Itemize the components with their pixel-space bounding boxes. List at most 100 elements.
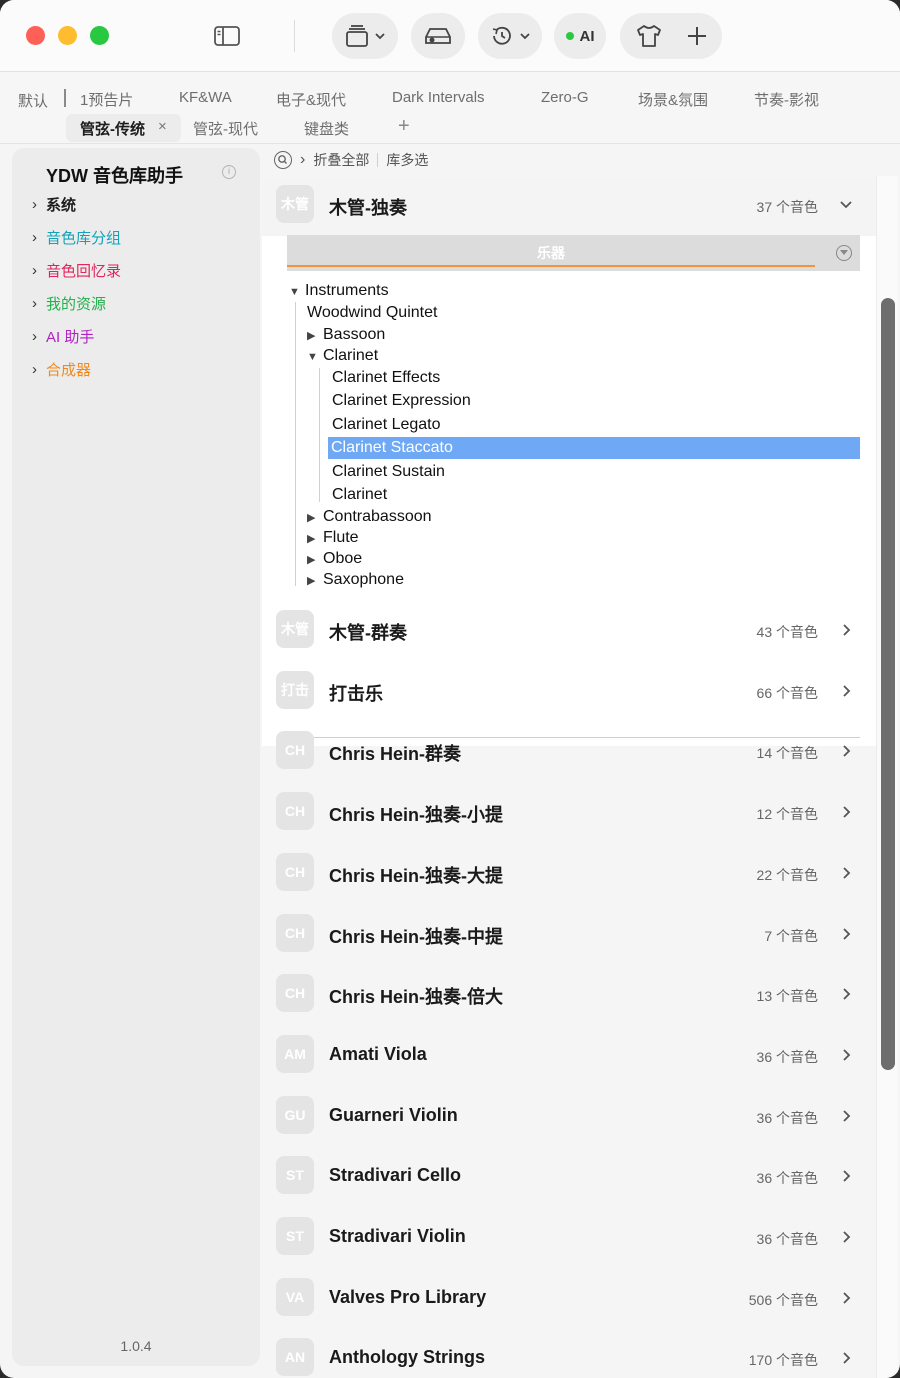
plus-icon[interactable]: [686, 25, 708, 47]
library-row[interactable]: CH Chris Hein-独奏-中提 7 个音色: [262, 904, 876, 964]
zoom-window-button[interactable]: [90, 26, 109, 45]
tree-node-saxophone[interactable]: ▶ Saxophone: [307, 569, 404, 591]
tree-node-contrabassoon[interactable]: ▶ Contrabassoon: [307, 506, 432, 528]
library-row[interactable]: CH Chris Hein-独奏-小提 12 个音色: [262, 782, 876, 842]
sidebar-item-memories[interactable]: › 音色回忆录: [32, 260, 121, 281]
library-badge: CH: [276, 852, 314, 891]
chevron-right-icon[interactable]: [840, 623, 854, 637]
minimize-window-button[interactable]: [58, 26, 77, 45]
tab-kfwa[interactable]: KF&WA: [179, 89, 232, 106]
tab-trailer[interactable]: 1预告片: [80, 89, 133, 110]
chevron-right-icon[interactable]: [840, 866, 854, 880]
library-badge: CH: [276, 974, 314, 1013]
tree-node-clarinet-expression[interactable]: Clarinet Expression: [332, 390, 471, 412]
sidebar-item-my-resources[interactable]: › 我的资源: [32, 293, 106, 314]
chevron-right-icon[interactable]: [840, 1291, 854, 1305]
library-badge: 打击: [276, 670, 314, 709]
chevron-right-icon[interactable]: [840, 805, 854, 819]
library-count: 14 个音色: [756, 745, 818, 762]
chevron-right-icon[interactable]: [840, 1351, 854, 1365]
chevron-right-icon[interactable]: [840, 744, 854, 758]
collapse-all-button[interactable]: 折叠全部: [313, 150, 369, 170]
tree-node-woodwind-quintet[interactable]: Woodwind Quintet: [307, 302, 437, 324]
tab-close-icon[interactable]: ×: [158, 118, 167, 135]
tree-node-oboe[interactable]: ▶ Oboe: [307, 548, 362, 570]
tab-keyboards[interactable]: 键盘类: [304, 118, 349, 139]
library-row[interactable]: CH Chris Hein-独奏-倍大 13 个音色: [262, 964, 876, 1024]
library-row[interactable]: 木管 木管-群奏 43 个音色: [262, 600, 876, 660]
library-row[interactable]: GU Guarneri Violin 36 个音色: [262, 1086, 876, 1146]
library-badge: 木管: [276, 610, 314, 648]
chevron-right-icon[interactable]: [840, 1230, 854, 1244]
library-title: Stradivari Cello: [329, 1165, 462, 1186]
library-title: Chris Hein-独奏-中提: [329, 926, 504, 947]
tree-node-instruments[interactable]: ▼ Instruments: [289, 280, 389, 302]
library-title: Stradivari Violin: [329, 1226, 466, 1246]
sidebar-item-ai-assistant[interactable]: › AI 助手: [32, 326, 94, 347]
close-window-button[interactable]: [26, 26, 45, 45]
tree-node-clarinet-sustain[interactable]: Clarinet Sustain: [332, 461, 445, 483]
history-button[interactable]: [478, 13, 542, 59]
sidebar-item-synth[interactable]: › 合成器: [32, 359, 91, 380]
tab-zero-g[interactable]: Zero-G: [541, 89, 589, 106]
library-row[interactable]: CH Chris Hein-独奏-大提 22 个音色: [262, 843, 876, 903]
chevron-right-icon: ›: [300, 151, 306, 168]
library-row[interactable]: AN Anthology Strings 170 个音色: [262, 1328, 876, 1378]
library-row[interactable]: ST Stradivari Cello 36 个音色: [262, 1146, 876, 1206]
chevron-right-icon[interactable]: [840, 1048, 854, 1062]
search-icon[interactable]: [274, 151, 292, 169]
tree-node-clarinet-legato[interactable]: Clarinet Legato: [332, 414, 441, 436]
tree-node-clarinet[interactable]: ▼ Clarinet: [307, 345, 378, 367]
chevron-down-icon: [375, 33, 385, 40]
library-row-header[interactable]: 木管 木管-独奏 37 个音色: [262, 180, 876, 236]
tab-default[interactable]: 默认: [18, 90, 48, 111]
tab-orchestral-modern[interactable]: 管弦-现代: [193, 118, 258, 139]
sidebar: YDW 音色库助手 i › 系统 › 音色库分组 › 音色回忆录 › 我的资源 …: [12, 148, 260, 1366]
sidebar-item-library-groups[interactable]: › 音色库分组: [32, 227, 121, 248]
ai-status-dot: [565, 32, 574, 40]
chevron-right-icon[interactable]: [840, 927, 854, 941]
library-title: Chris Hein-群奏: [329, 744, 462, 765]
multi-select-button[interactable]: 库多选: [386, 150, 428, 170]
tree-node-label: Clarinet Sustain: [332, 463, 445, 480]
version-label: 1.0.4: [120, 1338, 152, 1354]
chevron-down-icon[interactable]: [839, 198, 853, 212]
library-count: 13 个音色: [756, 988, 818, 1005]
library-row[interactable]: ST Stradivari Violin 36 个音色: [262, 1207, 876, 1267]
dropdown-circle-icon[interactable]: [836, 245, 852, 261]
tab-ambient[interactable]: 场景&氛围: [638, 89, 708, 110]
tab-electronic[interactable]: 电子&现代: [276, 89, 346, 110]
tree-node-bassoon[interactable]: ▶ Bassoon: [307, 324, 385, 346]
tab-dark-intervals[interactable]: Dark Intervals: [392, 89, 485, 106]
sidebar-item-label: 音色库分组: [46, 230, 122, 247]
scrollbar-thumb[interactable]: [881, 298, 895, 1070]
tab-rhythm[interactable]: 节奏-影视: [754, 89, 819, 110]
ai-assistant-button[interactable]: AI: [554, 13, 606, 59]
tree-node-clarinet-staccato[interactable]: Clarinet Staccato: [328, 437, 860, 459]
library-row[interactable]: VA Valves Pro Library 506 个音色: [262, 1268, 876, 1328]
triangle-down-icon: ▼: [307, 351, 318, 363]
tree-node-clarinet-main[interactable]: Clarinet: [332, 484, 387, 506]
toolbar-separator: [294, 20, 295, 52]
chevron-right-icon[interactable]: [840, 987, 854, 1001]
chevron-right-icon[interactable]: [840, 1109, 854, 1123]
chevron-right-icon[interactable]: [840, 684, 854, 698]
info-icon[interactable]: i: [222, 165, 236, 179]
tshirt-icon[interactable]: [634, 23, 664, 49]
library-stack-button[interactable]: [332, 13, 398, 59]
chevron-right-icon[interactable]: [840, 1169, 854, 1183]
tree-node-flute[interactable]: ▶ Flute: [307, 527, 359, 549]
sidebar-item-label: 我的资源: [46, 296, 107, 313]
library-row[interactable]: AM Amati Viola 36 个音色: [262, 1025, 876, 1085]
tree-node-label: Saxophone: [323, 571, 404, 588]
add-tab-icon[interactable]: +: [398, 115, 410, 138]
library-row[interactable]: 打击 打击乐 66 个音色: [262, 661, 876, 721]
sidebar-item-system[interactable]: › 系统: [32, 194, 76, 215]
chevron-right-icon: ›: [32, 229, 37, 246]
instrument-case-button[interactable]: [411, 13, 465, 59]
triangle-right-icon: ▶: [307, 575, 316, 587]
tab-orchestral-traditional[interactable]: 管弦-传统: [80, 118, 145, 139]
library-row[interactable]: CH Chris Hein-群奏 14 个音色: [262, 721, 876, 781]
tree-node-clarinet-effects[interactable]: Clarinet Effects: [332, 367, 440, 389]
sidebar-toggle-icon[interactable]: [212, 24, 242, 48]
